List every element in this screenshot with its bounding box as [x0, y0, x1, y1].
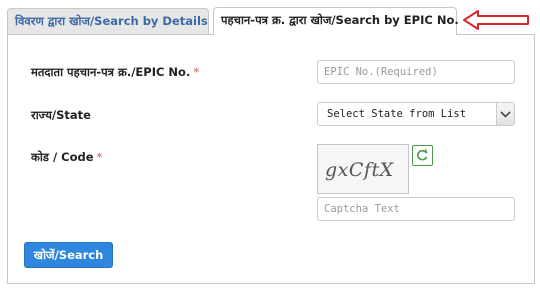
arrow-left-icon	[463, 10, 529, 30]
epic-label: मतदाता पहचान-पत्र क्र./EPIC No. *	[31, 65, 199, 80]
search-page: विवरण द्वारा खोज/Search by Details पहचान…	[0, 0, 540, 290]
state-label: राज्य/State	[31, 108, 91, 122]
chevron-down-icon	[496, 103, 514, 125]
state-select-value: Select State from List	[327, 108, 467, 120]
captcha-image: gxCftX	[317, 144, 409, 194]
captcha-input[interactable]	[317, 197, 515, 221]
refresh-icon	[417, 148, 428, 161]
tab-search-by-details[interactable]: विवरण द्वारा खोज/Search by Details	[7, 8, 209, 34]
tab-search-by-epic[interactable]: पहचान-पत्र क्र. द्वारा खोज/Search by EPI…	[213, 7, 459, 35]
search-button[interactable]: खोजें/Search	[24, 242, 113, 268]
captcha-refresh-button[interactable]	[412, 145, 433, 166]
state-select[interactable]: Select State from List	[317, 102, 515, 126]
search-form-panel: मतदाता पहचान-पत्र क्र./EPIC No.* राज्य/S…	[7, 34, 535, 284]
code-label-text: कोड / Code	[31, 150, 94, 164]
required-mark: *	[96, 150, 103, 164]
epic-label-text: मतदाता पहचान-पत्र क्र./EPIC No.	[31, 65, 191, 79]
epic-input[interactable]	[317, 60, 515, 84]
code-label: कोड / Code *	[31, 150, 102, 165]
captcha-image-text: gxCftX	[325, 159, 394, 181]
required-mark: *	[193, 65, 200, 79]
